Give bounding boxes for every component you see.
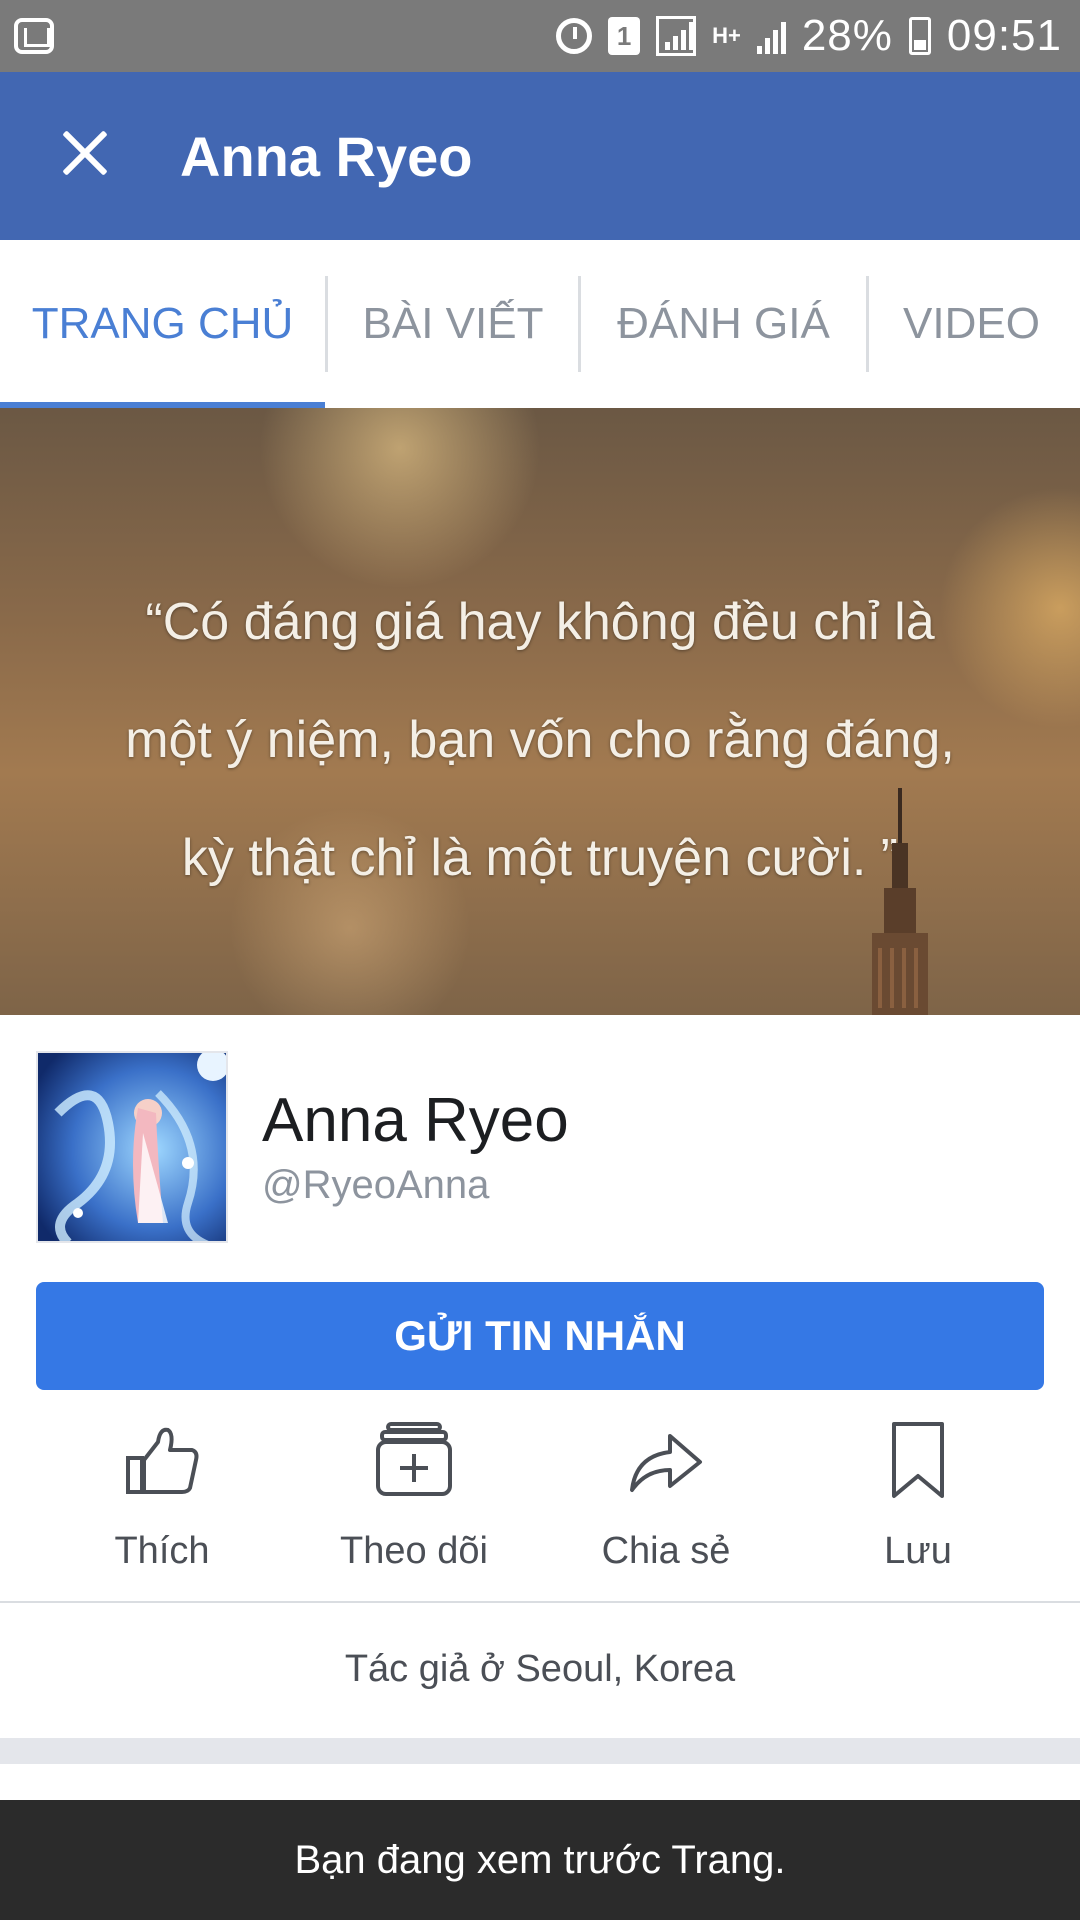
app-header: Anna Ryeo	[0, 72, 1080, 240]
tab-reviews[interactable]: ĐÁNH GIÁ	[581, 240, 866, 408]
follow-button[interactable]: Theo dõi	[288, 1420, 540, 1600]
save-label: Lưu	[884, 1530, 952, 1572]
divider	[0, 1601, 1080, 1603]
about-text: Tác giả ở Seoul, Korea	[344, 1648, 736, 1690]
action-bar: Thích Theo dõi Chia sẻ Lưu	[0, 1420, 1080, 1600]
cover-photo[interactable]: “Có đáng giá hay không đều chỉ là một ý …	[0, 408, 1080, 1015]
status-icons: 1 H+ 28% 09:51	[556, 10, 1062, 62]
save-button[interactable]: Lưu	[792, 1420, 1044, 1600]
sim-icon: 1	[608, 17, 641, 55]
share-icon	[621, 1420, 711, 1510]
battery-icon	[908, 17, 931, 55]
status-bar: 1 H+ 28% 09:51	[0, 0, 1080, 72]
send-message-button[interactable]: GỬI TIN NHẮN	[36, 1282, 1044, 1390]
like-button[interactable]: Thích	[36, 1420, 288, 1600]
share-label: Chia sẻ	[601, 1530, 731, 1572]
tab-bar: TRANG CHỦ BÀI VIẾT ĐÁNH GIÁ VIDEO	[0, 240, 1080, 408]
close-icon[interactable]	[60, 128, 110, 178]
app-notification-icon	[14, 18, 54, 54]
preview-banner: Bạn đang xem trước Trang.	[0, 1800, 1080, 1920]
avatar-illustration	[38, 1053, 226, 1241]
share-button[interactable]: Chia sẻ	[540, 1420, 792, 1600]
profile-name: Anna Ryeo	[262, 1086, 569, 1155]
tab-posts[interactable]: BÀI VIẾT	[328, 240, 578, 408]
follow-label: Theo dõi	[340, 1530, 488, 1572]
tab-home[interactable]: TRANG CHỦ	[0, 240, 325, 408]
quote-line: một ý niệm, bạn vốn cho rằng đáng,	[125, 711, 955, 769]
follow-icon	[369, 1420, 459, 1510]
tower-silhouette	[872, 788, 928, 1015]
profile-handle: @RyeoAnna	[262, 1163, 490, 1207]
quote-line: “Có đáng giá hay không đều chỉ là	[145, 593, 935, 651]
bookmark-icon	[873, 1420, 963, 1510]
signal-strength-icon	[756, 18, 786, 54]
network-type-icon: H+	[712, 23, 741, 48]
battery-percent: 28%	[801, 11, 893, 60]
page-title: Anna Ryeo	[180, 125, 473, 188]
clock: 09:51	[946, 11, 1062, 60]
alarm-icon	[556, 18, 593, 54]
avatar[interactable]	[36, 1051, 228, 1243]
like-label: Thích	[114, 1530, 210, 1572]
next-card	[4, 1764, 1076, 1804]
tab-video[interactable]: VIDEO	[869, 240, 1074, 408]
thumbs-up-icon	[117, 1420, 207, 1510]
signal-icon	[656, 16, 697, 56]
profile-section: Anna Ryeo @RyeoAnna	[0, 1015, 1080, 1255]
section-separator	[0, 1738, 1080, 1764]
